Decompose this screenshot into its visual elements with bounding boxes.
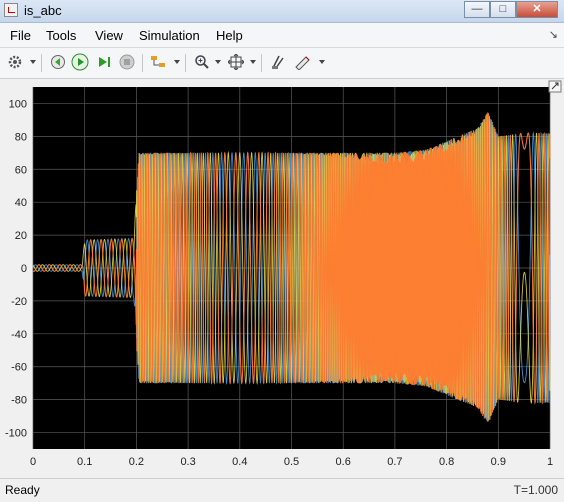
title-bar: is_abc — □ ✕ [0,0,564,23]
plot-area: 100 80 60 40 20 0 -20 -40 -60 -80 -100 0 0.1 0.2 0.3 0… [0,79,564,478]
stop-icon[interactable] [118,53,136,71]
dock-pin-icon[interactable]: ↘ [549,28,558,41]
y-tick-label: -100 [5,428,27,440]
x-tick-label: 0.6 [336,456,351,468]
x-tick-label: 0.9 [491,456,506,468]
x-tick-label: 1 [547,456,553,468]
y-tick-label: 80 [15,131,27,143]
x-tick-label: 0 [30,456,36,468]
highlight-dropdown-icon[interactable] [319,60,325,64]
scope-chart[interactable]: 100806040200-20-40-60-80-100 0 0.1 0.2 0.3 0… [0,79,564,478]
x-tick-label: 0.7 [387,456,402,468]
toolbar [0,48,564,79]
menu-tools[interactable]: Tools [46,28,76,43]
y-tick-label: -60 [11,362,27,374]
maximize-button[interactable]: □ [490,1,516,18]
zoom-icon[interactable] [193,53,211,71]
menu-simulation[interactable]: Simulation [139,28,200,43]
x-tick-labels: 0 0.1 0.2 0.3 0.4 0.5 0.6 0.7 0.8 0.9 1 [30,456,553,468]
signal-select-icon[interactable] [150,53,168,71]
y-tick-label: 60 [15,164,27,176]
toolbar-separator [185,54,186,72]
step-back-icon[interactable] [49,53,67,71]
toolbar-separator [261,54,262,72]
style-icon[interactable] [269,53,287,71]
fit-dropdown-icon[interactable] [250,60,256,64]
signal-dropdown-icon[interactable] [174,60,180,64]
expand-axes-icon[interactable] [548,80,562,93]
x-tick-label: 0.5 [284,456,299,468]
y-tick-label: -20 [11,296,27,308]
gear-dropdown-icon[interactable] [30,60,36,64]
y-tick-label: -40 [11,329,27,341]
x-tick-label: 0.3 [180,456,195,468]
zoom-dropdown-icon[interactable] [215,60,221,64]
minimize-button[interactable]: — [464,1,490,18]
run-icon[interactable] [71,53,89,71]
x-tick-label: 0.8 [439,456,454,468]
status-text: Ready [5,483,40,497]
simulation-time: T=1.000 [513,483,558,497]
x-tick-label: 0.4 [232,456,247,468]
close-button[interactable]: ✕ [516,1,558,18]
scope-app-icon [4,3,18,17]
x-tick-label: 0.2 [129,456,144,468]
gear-icon[interactable] [6,53,24,71]
menu-view[interactable]: View [95,28,123,43]
x-tick-label: 0.1 [77,456,92,468]
toolbar-separator [142,54,143,72]
scope-window: is_abc — □ ✕ File Tools View Simulation … [0,0,564,502]
y-tick-label: 20 [15,230,27,242]
menu-help[interactable]: Help [216,28,243,43]
toolbar-separator [41,54,42,72]
y-tick-label: 0 [21,263,27,275]
y-tick-labels: 100 80 60 40 20 0 -20 -40 -60 -80 -100 [5,98,27,439]
y-tick-label: 40 [15,197,27,209]
y-tick-label: -80 [11,395,27,407]
fit-icon[interactable] [227,53,245,71]
window-controls: — □ ✕ [464,1,558,19]
status-bar: Ready T=1.000 [0,478,564,502]
y-tick-label: 100 [9,98,27,110]
menu-file[interactable]: File [10,28,31,43]
window-title: is_abc [24,3,62,18]
menu-bar: File Tools View Simulation Help ↘ [0,23,564,48]
step-forward-icon[interactable] [95,53,113,71]
highlight-icon[interactable] [294,53,312,71]
